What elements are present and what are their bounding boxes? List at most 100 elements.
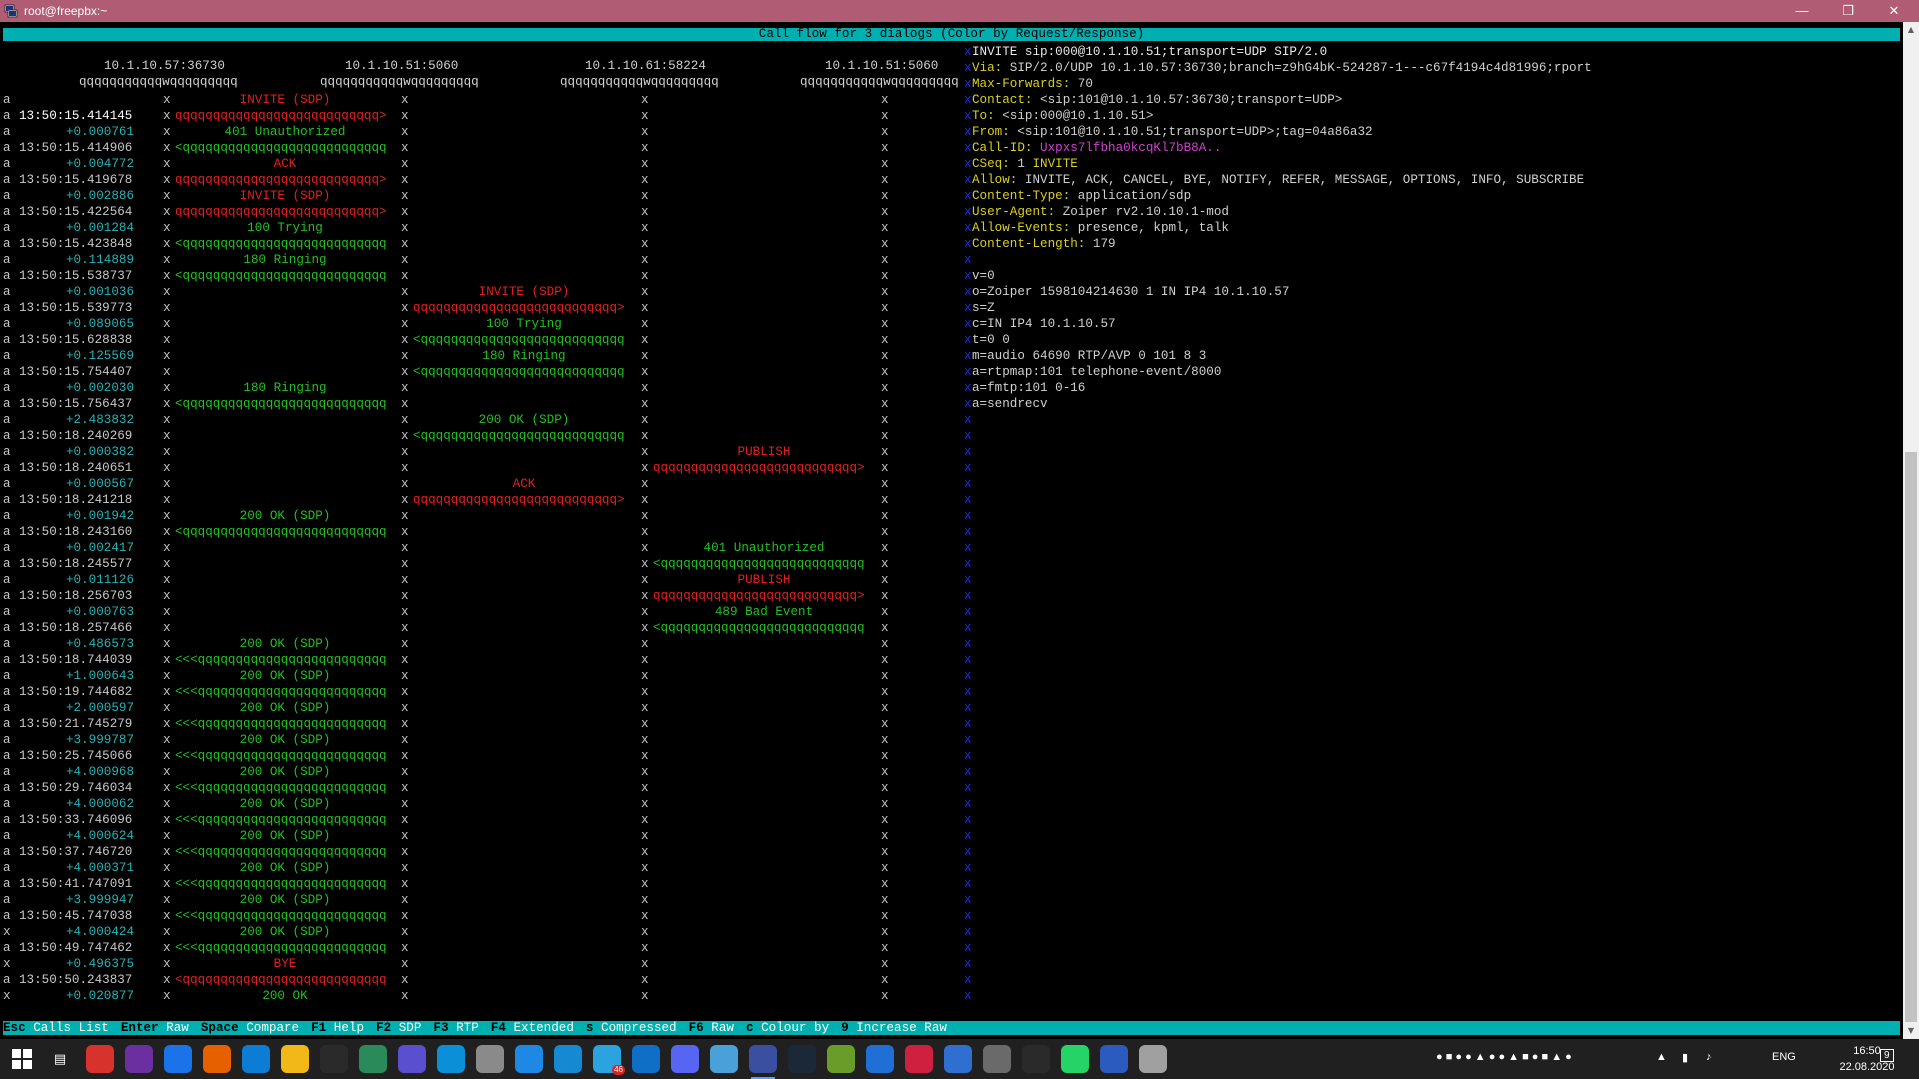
flow-row[interactable]: a +1.000643 x x x x 200 OK (SDP) bbox=[0, 668, 960, 684]
flow-row[interactable]: x +0.020877 x x x x 200 OK bbox=[0, 988, 960, 1004]
flow-row[interactable]: a 13:50:33.746096 x x x x <<<qqqqqqqqqqqqqqqqq… bbox=[0, 812, 960, 828]
windows-start-icon[interactable] bbox=[12, 1049, 32, 1069]
flow-row[interactable]: a +0.001942 x x x x 200 OK (SDP) bbox=[0, 508, 960, 524]
flow-row[interactable]: a +0.000761 x x x x 401 Unauthorized bbox=[0, 124, 960, 140]
flow-row[interactable]: a 13:50:18.744039 x x x x <<<qqqqqqqqqqqqqqqqq… bbox=[0, 652, 960, 668]
skype-blue-icon[interactable] bbox=[554, 1045, 582, 1073]
sourcetree-icon[interactable] bbox=[866, 1045, 894, 1073]
tray-icons[interactable]: ● ■ ● ● ▲ ● ● ▲ ■ ● ■ ▲ ● bbox=[1436, 1051, 1572, 1063]
balloon-icon[interactable] bbox=[905, 1045, 933, 1073]
flow-row[interactable]: a +3.999947 x x x x 200 OK (SDP) bbox=[0, 892, 960, 908]
discord-icon[interactable] bbox=[671, 1045, 699, 1073]
flow-row[interactable]: a +0.004772 x x x x ACK bbox=[0, 156, 960, 172]
outlook-icon[interactable] bbox=[632, 1045, 660, 1073]
greenshot-icon[interactable] bbox=[827, 1045, 855, 1073]
flow-row[interactable]: a +4.000968 x x x x 200 OK (SDP) bbox=[0, 764, 960, 780]
flow-row[interactable]: a 13:50:21.745279 x x x x <<<qqqqqqqqqqqqqqqqq… bbox=[0, 716, 960, 732]
anydesk-icon[interactable] bbox=[86, 1045, 114, 1073]
flow-row[interactable]: a +0.002417 x x x x 401 Unauthorized bbox=[0, 540, 960, 556]
flow-row[interactable]: x +4.000424 x x x x 200 OK (SDP) bbox=[0, 924, 960, 940]
flow-row[interactable]: a 13:50:15.628838 x x x x <qqqqqqqqqqqqqqqqqqq… bbox=[0, 332, 960, 348]
flow-row[interactable]: a +4.000062 x x x x 200 OK (SDP) bbox=[0, 796, 960, 812]
vpn-icon[interactable] bbox=[710, 1045, 738, 1073]
flow-row[interactable]: a +0.001284 x x x x 100 Trying bbox=[0, 220, 960, 236]
putty-icon[interactable] bbox=[749, 1045, 777, 1079]
flow-row[interactable]: a 13:50:15.414145 x x x x qqqqqqqqqqqqqqqqqqqq… bbox=[0, 108, 960, 124]
scroll-down-icon[interactable]: ▼ bbox=[1903, 1023, 1919, 1039]
flow-row[interactable]: a +4.000371 x x x x 200 OK (SDP) bbox=[0, 860, 960, 876]
vectr-icon[interactable] bbox=[359, 1045, 387, 1073]
minimize-button[interactable]: — bbox=[1779, 0, 1825, 22]
vmware-icon[interactable] bbox=[983, 1045, 1011, 1073]
flow-row[interactable]: a 13:50:19.744682 x x x x <<<qqqqqqqqqqqqqqqqq… bbox=[0, 684, 960, 700]
flow-row[interactable]: a +0.000567 x x x x ACK bbox=[0, 476, 960, 492]
terminal-scrollbar[interactable]: ▲ ▼ bbox=[1903, 22, 1919, 1039]
flow-row[interactable]: a 13:50:18.256703 x x x x qqqqqqqqqqqqqqqqqqqq… bbox=[0, 588, 960, 604]
flow-row[interactable]: a x x x x INVITE (SDP) bbox=[0, 92, 960, 108]
flow-row[interactable]: x +0.496375 x x x x BYE bbox=[0, 956, 960, 972]
flow-row[interactable]: a 13:50:15.538737 x x x x <qqqqqqqqqqqqqqqqqqq… bbox=[0, 268, 960, 284]
flow-row[interactable]: a 13:50:50.243837 x x x x <qqqqqqqqqqqqqqqqqqq… bbox=[0, 972, 960, 988]
flow-row[interactable]: a +0.002886 x x x x INVITE (SDP) bbox=[0, 188, 960, 204]
app-blue-icon[interactable] bbox=[944, 1045, 972, 1073]
flow-row[interactable]: a 13:50:25.745066 x x x x <<<qqqqqqqqqqqqqqqqq… bbox=[0, 748, 960, 764]
flow-row[interactable]: a +0.486573 x x x x 200 OK (SDP) bbox=[0, 636, 960, 652]
explorer-icon[interactable] bbox=[281, 1045, 309, 1073]
flow-row[interactable]: a 13:50:15.754407 x x x x <qqqqqqqqqqqqqqqqqqq… bbox=[0, 364, 960, 380]
whatsapp-icon[interactable] bbox=[1061, 1045, 1089, 1073]
flow-row[interactable]: a 13:50:15.539773 x x x x qqqqqqqqqqqqqqqqqqqq… bbox=[0, 300, 960, 316]
cortana-icon[interactable] bbox=[398, 1045, 426, 1073]
photoshop-icon[interactable] bbox=[1100, 1045, 1128, 1073]
flow-row[interactable]: a 13:50:41.747091 x x x x <<<qqqqqqqqqqqqqqqqq… bbox=[0, 876, 960, 892]
podcast-icon[interactable] bbox=[125, 1045, 153, 1073]
flow-row[interactable]: a +4.000624 x x x x 200 OK (SDP) bbox=[0, 828, 960, 844]
flow-row[interactable]: a 13:50:15.422564 x x x x qqqqqqqqqqqqqqqqqqqq… bbox=[0, 204, 960, 220]
flow-row[interactable]: a 13:50:15.414906 x x x x <qqqqqqqqqqqqqqqqqqq… bbox=[0, 140, 960, 156]
notifications-icon[interactable]: 9 bbox=[1880, 1049, 1894, 1062]
media-icon[interactable] bbox=[1139, 1045, 1167, 1073]
flow-row[interactable]: a +0.000763 x x x x 489 Bad Event bbox=[0, 604, 960, 620]
flow-row[interactable]: a 13:50:18.240269 x x x x <qqqqqqqqqqqqqqqqqqq… bbox=[0, 428, 960, 444]
flow-row[interactable]: a +0.011126 x x x x PUBLISH bbox=[0, 572, 960, 588]
flow-row[interactable]: a +0.002030 x x x x 180 Ringing bbox=[0, 380, 960, 396]
flow-row[interactable]: a +0.125569 x x x x 180 Ringing bbox=[0, 348, 960, 364]
edge-blue-icon[interactable] bbox=[515, 1045, 543, 1073]
flow-row[interactable]: a +0.000382 x x x x PUBLISH bbox=[0, 444, 960, 460]
flow-row[interactable]: a 13:50:49.747462 x x x x <<<qqqqqqqqqqqqqqqqq… bbox=[0, 940, 960, 956]
battery-icon[interactable]: ▮ bbox=[1682, 1051, 1688, 1064]
flow-row[interactable]: a +2.483832 x x x x 200 OK (SDP) bbox=[0, 412, 960, 428]
flow-row[interactable]: a +3.999787 x x x x 200 OK (SDP) bbox=[0, 732, 960, 748]
firefox-icon[interactable] bbox=[203, 1045, 231, 1073]
epic-games-icon[interactable] bbox=[1022, 1045, 1050, 1073]
chrome-icon[interactable] bbox=[164, 1045, 192, 1073]
close-button[interactable]: ✕ bbox=[1871, 0, 1917, 22]
flow-row[interactable]: a 13:50:45.747038 x x x x <<<qqqqqqqqqqqqqqqqq… bbox=[0, 908, 960, 924]
flow-row[interactable]: a +0.001036 x x x x INVITE (SDP) bbox=[0, 284, 960, 300]
flow-row[interactable]: a 13:50:15.423848 x x x x <qqqqqqqqqqqqqqqqqqq… bbox=[0, 236, 960, 252]
flow-row[interactable]: a +0.114889 x x x x 180 Ringing bbox=[0, 252, 960, 268]
flow-row[interactable]: a 13:50:18.241218 x x x x qqqqqqqqqqqqqqqqqqqq… bbox=[0, 492, 960, 508]
scroll-up-icon[interactable]: ▲ bbox=[1903, 22, 1919, 38]
edge-icon[interactable] bbox=[242, 1045, 270, 1073]
skype-icon[interactable] bbox=[437, 1045, 465, 1073]
task-view-icon[interactable]: ▤ bbox=[46, 1045, 74, 1073]
telegram-icon[interactable]: 46 bbox=[593, 1045, 625, 1075]
flow-row[interactable]: a +2.000597 x x x x 200 OK (SDP) bbox=[0, 700, 960, 716]
steam-icon[interactable] bbox=[788, 1045, 816, 1073]
input-language[interactable]: ENG bbox=[1772, 1051, 1796, 1063]
winbox-icon[interactable] bbox=[476, 1045, 504, 1073]
flow-row[interactable]: a 13:50:18.243160 x x x x <qqqqqqqqqqqqqqqqqqq… bbox=[0, 524, 960, 540]
flow-row[interactable]: a +0.089065 x x x x 100 Trying bbox=[0, 316, 960, 332]
steam-community-icon[interactable] bbox=[320, 1045, 348, 1073]
network-icon[interactable]: ▲ bbox=[1656, 1051, 1667, 1063]
volume-icon[interactable]: ♪ bbox=[1706, 1051, 1712, 1063]
window-title-bar[interactable]: root@freepbx:~ — ❐ ✕ bbox=[0, 0, 1919, 22]
flow-row[interactable]: a 13:50:15.756437 x x x x <qqqqqqqqqqqqqqqqqqq… bbox=[0, 396, 960, 412]
flow-row[interactable]: a 13:50:18.245577 x x x x <qqqqqqqqqqqqqqqqqqq… bbox=[0, 556, 960, 572]
flow-row[interactable]: a 13:50:29.746034 x x x x <<<qqqqqqqqqqqqqqqqq… bbox=[0, 780, 960, 796]
flow-row[interactable]: a 13:50:15.419678 x x x x qqqqqqqqqqqqqqqqqqqq… bbox=[0, 172, 960, 188]
restore-button[interactable]: ❐ bbox=[1825, 0, 1871, 22]
flow-row[interactable]: a 13:50:18.257466 x x x x <qqqqqqqqqqqqqqqqqqq… bbox=[0, 620, 960, 636]
flow-row[interactable]: a 13:50:37.746720 x x x x <<<qqqqqqqqqqqqqqqqq… bbox=[0, 844, 960, 860]
flow-row[interactable]: a 13:50:18.240651 x x x x qqqqqqqqqqqqqqqqqqqq… bbox=[0, 460, 960, 476]
